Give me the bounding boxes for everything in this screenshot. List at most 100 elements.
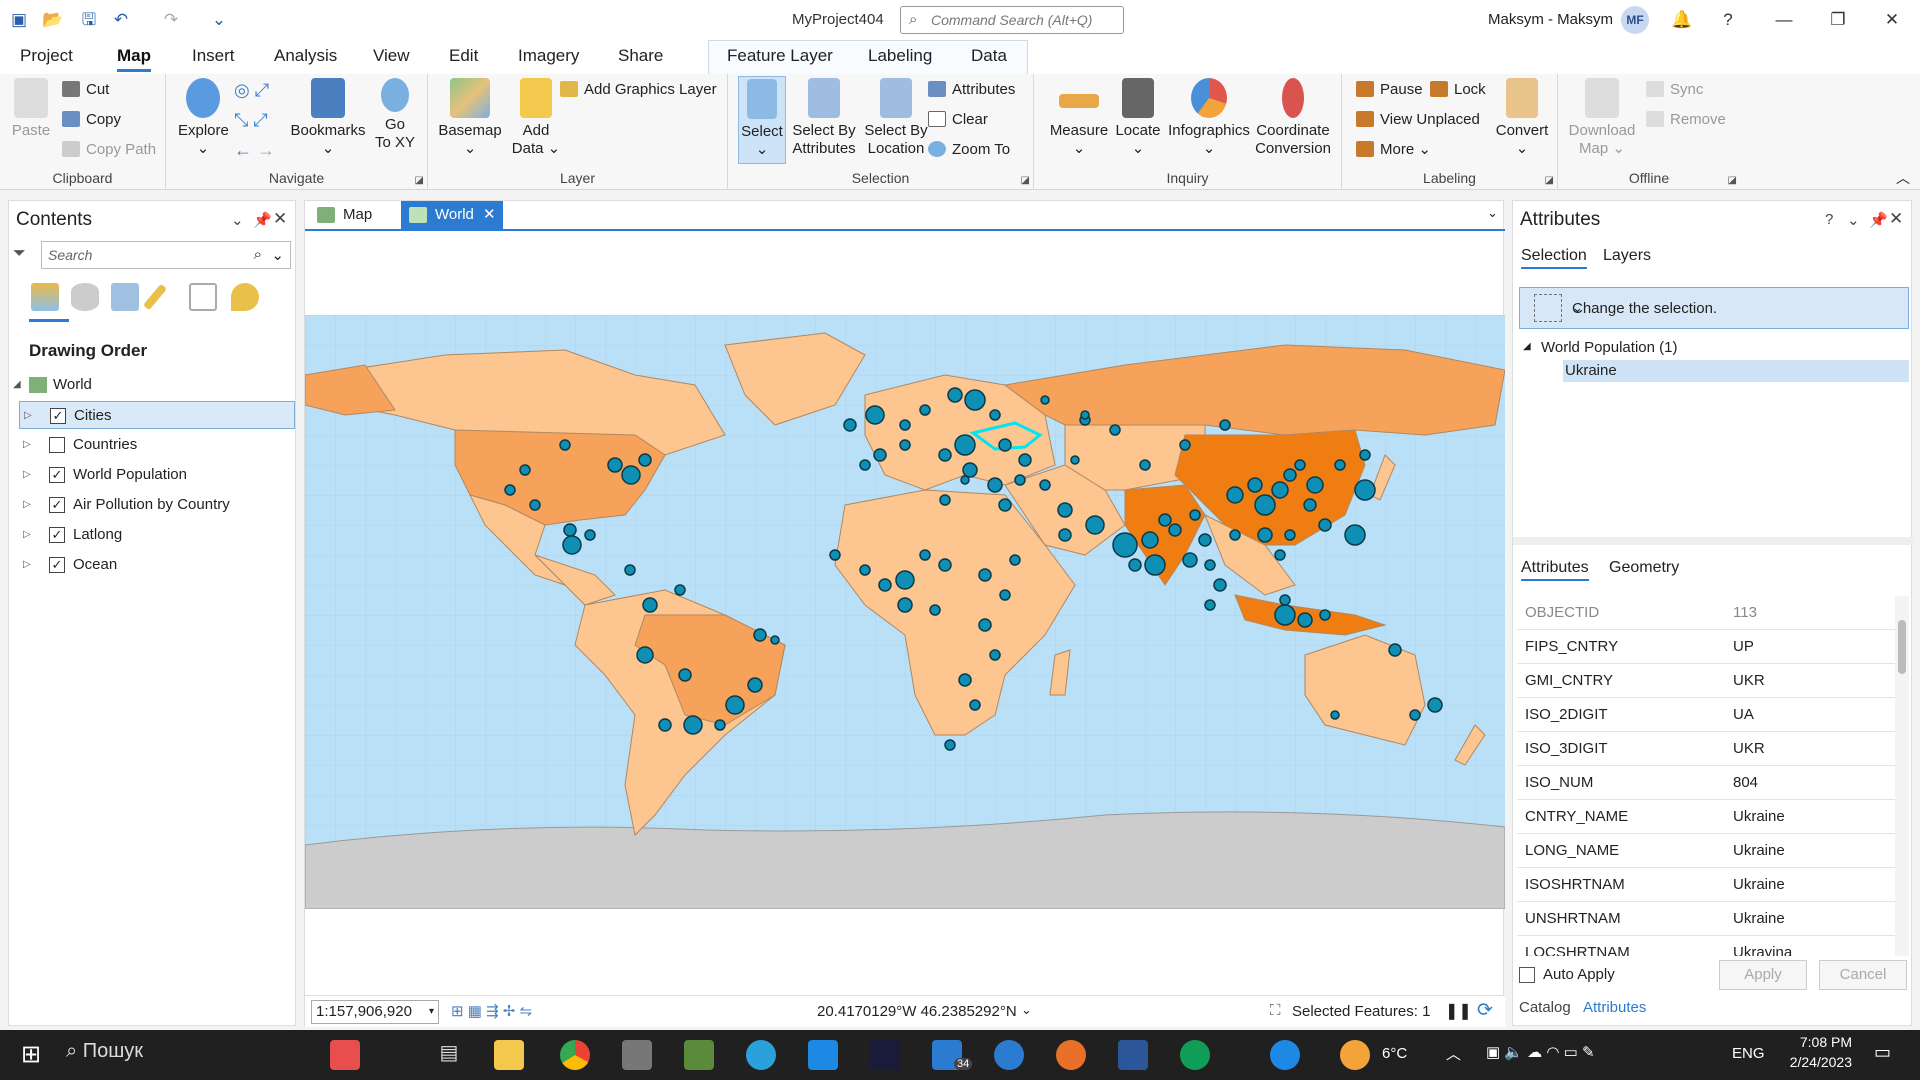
tab-map-view[interactable]: Map	[309, 201, 399, 229]
tab-view[interactable]: View	[373, 46, 410, 66]
chevron-down-icon[interactable]: ▾	[429, 1001, 434, 1023]
expand-icon[interactable]: ▷	[23, 551, 31, 579]
sync-button[interactable]: Sync	[1646, 78, 1703, 102]
table-row[interactable]: OBJECTID 113	[1517, 596, 1895, 630]
store-icon[interactable]	[808, 1040, 838, 1070]
layer-item[interactable]: ▷ ✓ Cities	[19, 401, 295, 429]
customize-toolbar-icon[interactable]: ⌄	[208, 9, 230, 31]
tab-share[interactable]: Share	[618, 46, 663, 66]
edge-icon[interactable]	[1180, 1040, 1210, 1070]
select-by-location-button[interactable]: Select By Location	[860, 78, 932, 158]
layer-item[interactable]: ▷ ✓ Latlong	[19, 521, 295, 549]
table-row[interactable]: FIPS_CNTRY UP	[1517, 630, 1895, 664]
table-row[interactable]: LOCSHRTNAM Ukrayina	[1517, 936, 1895, 956]
zoom-to-button[interactable]: Zoom To	[928, 138, 1010, 162]
list-by-selection-icon[interactable]	[111, 283, 139, 311]
expand-icon[interactable]: ▷	[23, 491, 31, 519]
more-labeling-button[interactable]: More ⌄	[1356, 138, 1431, 162]
table-row[interactable]: CNTRY_NAME Ukraine	[1517, 800, 1895, 834]
scale-selector[interactable]: 1:157,906,920 ▾	[311, 1000, 439, 1024]
open-project-icon[interactable]: 📂	[42, 9, 64, 31]
file-explorer-icon[interactable]	[494, 1040, 524, 1070]
restore-button[interactable]: ❐	[1824, 6, 1852, 34]
add-data-button[interactable]: Add Data ⌄	[508, 78, 564, 158]
fixed-zoom-icon[interactable]: ⤡ ⤢	[234, 108, 268, 132]
show-hidden-icons[interactable]: ︿	[1446, 1043, 1461, 1064]
list-by-snapping-icon[interactable]	[189, 283, 217, 311]
list-by-source-icon[interactable]	[71, 283, 99, 311]
basemap-button[interactable]: Basemap ⌄	[438, 78, 502, 158]
avatar[interactable]: MF	[1621, 6, 1649, 34]
chevron-down-icon[interactable]: ⌄	[271, 246, 284, 264]
app-icon-2[interactable]	[870, 1040, 900, 1070]
previous-extent-icon[interactable]: ← →	[234, 138, 275, 162]
scrollbar[interactable]	[1895, 596, 1909, 956]
table-row[interactable]: UNSHRTNAM Ukraine	[1517, 902, 1895, 936]
tab-analysis[interactable]: Analysis	[274, 46, 337, 66]
collapse-icon[interactable]: ◢	[13, 371, 21, 399]
expand-icon[interactable]: ▷	[24, 402, 32, 430]
locate-button[interactable]: Locate ⌄	[1106, 78, 1170, 158]
copy-path-button[interactable]: Copy Path	[62, 138, 156, 162]
tab-world-view[interactable]: World ✕	[401, 201, 503, 229]
tab-labeling[interactable]: Labeling	[868, 46, 932, 66]
layer-visibility-checkbox[interactable]	[49, 437, 65, 453]
bookmarks-button[interactable]: Bookmarks ⌄	[290, 78, 366, 158]
language-indicator[interactable]: ENG	[1732, 1045, 1765, 1062]
table-row[interactable]: ISO_NUM 804	[1517, 766, 1895, 800]
selected-feature-item[interactable]: Ukraine	[1563, 360, 1909, 382]
full-extent-icon[interactable]: ◎ ⤢	[234, 78, 269, 102]
table-row[interactable]: GMI_CNTRY UKR	[1517, 664, 1895, 698]
table-row[interactable]: LONG_NAME Ukraine	[1517, 834, 1895, 868]
task-view-icon[interactable]: ▤	[434, 1040, 464, 1070]
redo-icon[interactable]: ↷	[160, 9, 182, 31]
widgets-icon[interactable]	[330, 1040, 360, 1070]
clock-date[interactable]: 2/24/2023	[1774, 1054, 1852, 1070]
close-pane-icon[interactable]: ✕	[1889, 209, 1903, 229]
collapse-ribbon-icon[interactable]: ︿	[1896, 168, 1910, 188]
tab-layers[interactable]: Layers	[1603, 247, 1651, 265]
pin-icon[interactable]: 📌	[253, 211, 272, 229]
apply-button[interactable]: Apply	[1719, 960, 1807, 990]
field-value[interactable]: Ukraine	[1733, 902, 1785, 936]
field-value[interactable]: UKR	[1733, 664, 1765, 698]
field-value[interactable]: Ukraine	[1733, 834, 1785, 868]
attributes-button[interactable]: Attributes	[928, 78, 1015, 102]
coordinate-conversion-button[interactable]: Coordinate Conversion	[1250, 78, 1336, 158]
windows-start-icon[interactable]: ⊞	[16, 1040, 46, 1070]
field-value[interactable]: Ukraine	[1733, 868, 1785, 902]
layer-item[interactable]: ▷ ✓ World Population	[19, 461, 295, 489]
field-value[interactable]: Ukrayina	[1733, 936, 1792, 956]
field-value[interactable]: UKR	[1733, 732, 1765, 766]
chevron-down-icon[interactable]: ⌄	[1572, 300, 1902, 316]
layer-visibility-checkbox[interactable]: ✓	[49, 467, 65, 483]
tab-map[interactable]: Map	[117, 46, 151, 72]
table-row[interactable]: ISO_3DIGIT UKR	[1517, 732, 1895, 766]
clear-button[interactable]: Clear	[928, 108, 988, 132]
minimize-button[interactable]: —	[1770, 6, 1798, 34]
change-selection-dropdown[interactable]: Change the selection. ⌄	[1519, 287, 1909, 329]
select-by-attributes-button[interactable]: Select By Attributes	[788, 78, 860, 158]
field-value[interactable]: Ukraine	[1733, 800, 1785, 834]
weather-icon[interactable]	[1340, 1040, 1370, 1070]
measure-button[interactable]: Measure ⌄	[1044, 78, 1114, 158]
layer-visibility-checkbox[interactable]: ✓	[50, 408, 66, 424]
tab-attributes-pane[interactable]: Attributes	[1583, 999, 1646, 1016]
labeling-launcher-icon[interactable]: ◪	[1545, 175, 1554, 186]
close-button[interactable]: ✕	[1878, 6, 1906, 34]
world-map[interactable]	[305, 315, 1505, 909]
list-by-labeling-icon[interactable]	[231, 283, 259, 311]
map-tools-icons[interactable]: ⊞ ▦ ⇶ ✢ ⇋	[451, 1002, 532, 1020]
close-pane-icon[interactable]: ✕	[273, 209, 287, 229]
pause-labeling-button[interactable]: Pause	[1356, 78, 1423, 102]
layer-item[interactable]: ▷ ✓ Air Pollution by Country	[19, 491, 295, 519]
select-button[interactable]: Select ⌄	[738, 76, 786, 164]
help-icon[interactable]: ?	[1825, 211, 1833, 228]
pin-icon[interactable]: 📌	[1869, 211, 1888, 229]
clock-time[interactable]: 7:08 PM	[1782, 1034, 1852, 1050]
splitter[interactable]	[1513, 537, 1913, 545]
download-map-button[interactable]: Download Map ⌄	[1566, 78, 1638, 158]
convert-button[interactable]: Convert ⌄	[1492, 78, 1552, 158]
search-input[interactable]: Search ⌕ ⌄	[41, 241, 291, 269]
pause-drawing-icon[interactable]: ❚❚	[1445, 1001, 1472, 1021]
